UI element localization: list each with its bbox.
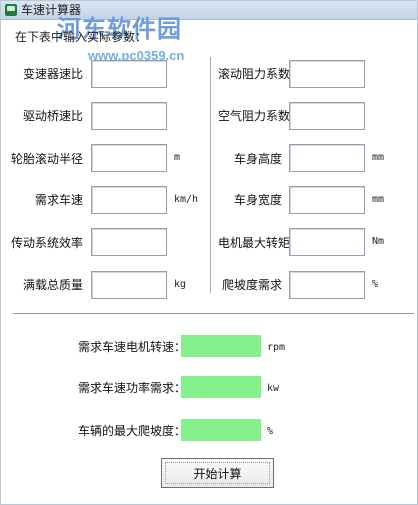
left-field-6-input[interactable] (91, 271, 167, 299)
vertical-divider (210, 57, 211, 293)
left-field-4-unit: km/h (174, 194, 199, 205)
right-field-4-label: 车身宽度 (233, 193, 282, 207)
result-3-label: 车辆的最大爬坡度： (78, 424, 187, 438)
left-field-3-unit: m (174, 152, 181, 163)
left-field-2-input[interactable] (91, 102, 167, 130)
left-field-3-label: 轮胎滚动半径 (10, 152, 83, 166)
right-field-3-input[interactable] (289, 144, 365, 172)
right-field-3-label: 车身高度 (233, 152, 282, 166)
input-section-title: 在下表中输入实际参数： (15, 30, 148, 44)
left-field-1-label: 变速器速比 (22, 67, 83, 81)
left-field-3-input[interactable] (91, 144, 167, 172)
right-field-5-unit: Nm (372, 236, 385, 247)
left-field-4-label: 需求车速 (34, 193, 83, 207)
right-field-2-label: 空气阻力系数 (218, 109, 291, 123)
right-field-4-input[interactable] (289, 186, 365, 214)
result-1-label: 需求车速电机转速： (78, 340, 187, 354)
start-calculation-button[interactable]: 开始计算 (161, 458, 274, 488)
left-field-1-input[interactable] (91, 60, 167, 88)
result-1-value (181, 335, 261, 357)
left-field-6-label: 满载总质量 (22, 278, 83, 292)
left-field-2-label: 驱动桥速比 (22, 109, 83, 123)
right-field-6-unit: % (372, 279, 379, 290)
result-1-unit: rpm (267, 342, 286, 353)
app-icon (5, 4, 17, 16)
right-field-6-label: 爬坡度需求 (221, 278, 282, 292)
left-field-5-label: 传动系统效率 (10, 236, 83, 250)
left-field-5-input[interactable] (91, 228, 167, 256)
result-2-value (181, 376, 261, 398)
right-field-1-label: 滚动阻力系数 (218, 67, 291, 81)
right-field-6-input[interactable] (289, 271, 365, 299)
result-3-unit: % (267, 426, 274, 437)
result-2-unit: kw (267, 383, 280, 394)
calculator-window: 车速计算器 河东软件园 www.pc0359.cn 在下表中输入实际参数： 变速… (0, 0, 418, 505)
left-field-4-input[interactable] (91, 186, 167, 214)
horizontal-divider (13, 313, 414, 314)
left-field-6-unit: kg (174, 279, 187, 290)
right-field-2-input[interactable] (289, 102, 365, 130)
right-field-3-unit: mm (372, 152, 385, 163)
right-field-1-input[interactable] (289, 60, 365, 88)
right-field-4-unit: mm (372, 194, 385, 205)
result-2-label: 需求车速功率需求： (78, 381, 187, 395)
right-field-5-label: 电机最大转矩 (218, 236, 291, 250)
right-field-5-input[interactable] (289, 228, 365, 256)
result-3-value (181, 419, 261, 441)
